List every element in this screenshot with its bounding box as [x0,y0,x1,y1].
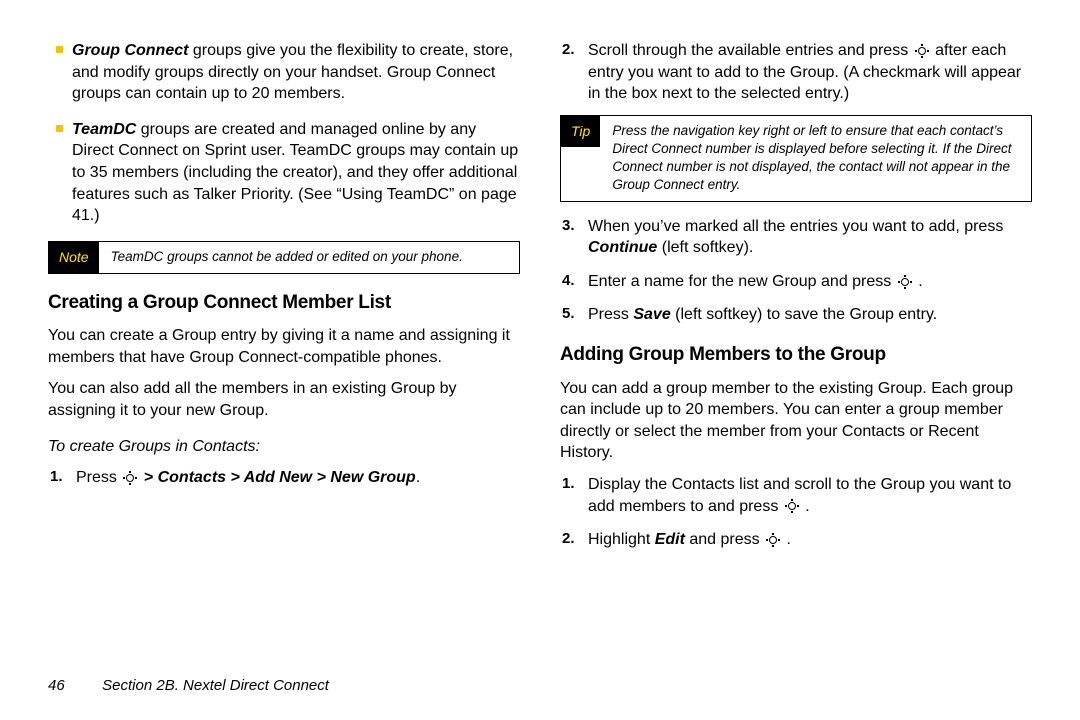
tip-callout: Tip Press the navigation key right or le… [560,115,1032,202]
period: . [416,469,420,486]
t: and press [685,531,764,548]
subhead-create: To create Groups in Contacts: [48,436,520,458]
step-1: 1. Press > Contacts > Add New > New Grou… [76,467,520,489]
group-type-bullets: Group Connect groups give you the flexib… [48,40,520,227]
t: Display the Contacts list and scroll to … [588,476,1011,515]
menu-item: Edit [655,531,685,548]
heading-adding: Adding Group Members to the Group [560,342,1032,368]
step-5: 5. Press Save (left softkey) to save the… [588,304,1032,326]
t: Highlight [588,531,655,548]
nav-key-icon [785,499,799,513]
t: Press [588,306,633,323]
para-creating-1: You can create a Group entry by giving i… [48,325,520,368]
section-label: Section 2B. Nextel Direct Connect [102,677,329,694]
note-body: TeamDC groups cannot be added or edited … [99,242,473,272]
tip-tag: Tip [561,116,600,147]
adding-steps: 1. Display the Contacts list and scroll … [560,474,1032,551]
nav-key-icon [123,471,137,485]
menu-path: > Contacts > Add New > New Group [144,469,416,486]
softkey-label: Save [633,306,670,323]
step-text: Scroll through the available entries and… [588,42,913,59]
t: (left softkey). [657,239,753,256]
add-step-1: 1. Display the Contacts list and scroll … [588,474,1032,517]
manual-page: Group Connect groups give you the flexib… [0,0,1080,720]
t: When you’ve marked all the entries you w… [588,218,1003,235]
bullet-teamdc: TeamDC groups are created and managed on… [72,119,520,227]
para-adding: You can add a group member to the existi… [560,378,1032,464]
step-text: Press [76,469,121,486]
t: . [805,498,809,515]
nav-key-icon [898,275,912,289]
t: (left softkey) to save the Group entry. [671,306,937,323]
t: . [918,273,922,290]
step-4: 4. Enter a name for the new Group and pr… [588,271,1032,293]
page-footer: 46 Section 2B. Nextel Direct Connect [48,668,1032,696]
two-column-body: Group Connect groups give you the flexib… [48,40,1032,668]
t: Enter a name for the new Group and press [588,273,896,290]
softkey-label: Continue [588,239,657,256]
nav-key-icon [915,44,929,58]
page-number: 46 [48,676,98,696]
nav-key-icon [766,533,780,547]
lead-term: TeamDC [72,121,136,138]
create-steps-cont: 3. When you’ve marked all the entries yo… [560,216,1032,326]
tip-body: Press the navigation key right or left t… [600,116,1031,201]
lead-term: Group Connect [72,42,188,59]
step-3: 3. When you’ve marked all the entries yo… [588,216,1032,259]
step-2: 2. Scroll through the available entries … [588,40,1032,105]
para-creating-2: You can also add all the members in an e… [48,378,520,421]
note-callout: Note TeamDC groups cannot be added or ed… [48,241,520,274]
heading-creating: Creating a Group Connect Member List [48,290,520,316]
add-step-2: 2. Highlight Edit and press . [588,529,1032,551]
bullet-text: groups are created and managed online by… [72,121,518,224]
t: . [787,531,791,548]
bullet-group-connect: Group Connect groups give you the flexib… [72,40,520,105]
note-tag: Note [49,242,99,273]
